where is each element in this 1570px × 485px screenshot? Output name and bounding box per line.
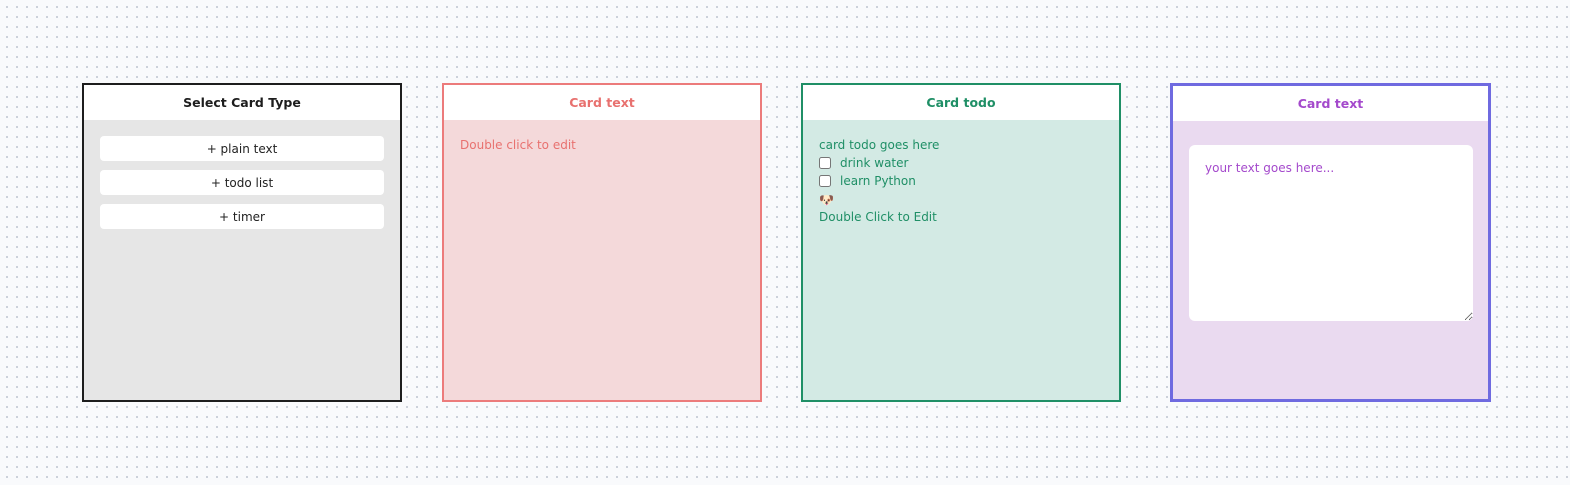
- select-card-type-card: Select Card Type + plain text + todo lis…: [82, 83, 402, 402]
- board-canvas[interactable]: { "cards": { "select": { "title": "Selec…: [0, 0, 1570, 485]
- add-timer-button[interactable]: + timer: [100, 204, 384, 229]
- card-body: your text goes here...: [1173, 121, 1488, 399]
- todo-item: learn Python: [819, 172, 1103, 190]
- text-card[interactable]: Card text Double click to edit: [442, 83, 762, 402]
- add-todo-list-button[interactable]: + todo list: [100, 170, 384, 195]
- card-text-input[interactable]: your text goes here...: [1189, 145, 1473, 321]
- card-body: + plain text + todo list + timer: [84, 120, 400, 400]
- card-title[interactable]: Card text: [1173, 86, 1488, 121]
- todo-label: learn Python: [840, 174, 916, 188]
- card-body[interactable]: card todo goes here drink water learn Py…: [803, 120, 1119, 400]
- dog-icon: 🐶: [819, 193, 834, 207]
- todo-card[interactable]: Card todo card todo goes here drink wate…: [801, 83, 1121, 402]
- card-title[interactable]: Card text: [444, 85, 760, 120]
- todo-checkbox[interactable]: [819, 157, 831, 169]
- card-title: Select Card Type: [84, 85, 400, 120]
- card-body[interactable]: Double click to edit: [444, 120, 760, 400]
- add-plain-text-button[interactable]: + plain text: [100, 136, 384, 161]
- todo-heading: card todo goes here: [819, 138, 940, 152]
- card-title[interactable]: Card todo: [803, 85, 1119, 120]
- edit-hint: Double Click to Edit: [819, 210, 937, 224]
- text-edit-card[interactable]: Card text your text goes here...: [1170, 83, 1491, 402]
- todo-label: drink water: [840, 156, 909, 170]
- todo-checkbox[interactable]: [819, 175, 831, 187]
- edit-hint: Double click to edit: [460, 138, 576, 152]
- todo-item: drink water: [819, 154, 1103, 172]
